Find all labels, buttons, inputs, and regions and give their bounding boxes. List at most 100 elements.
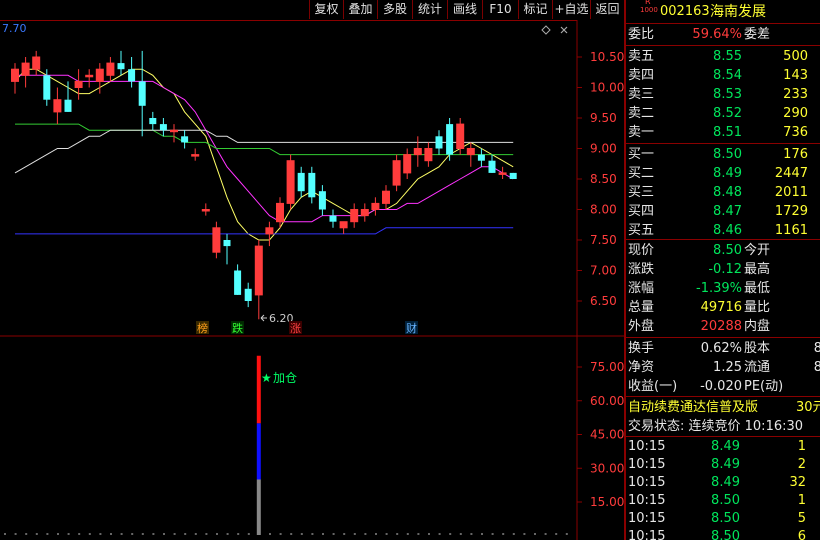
stat-label-2: 最低 bbox=[744, 281, 771, 296]
divider bbox=[626, 23, 820, 24]
sell-level-row[interactable]: 卖五 8.55 500 bbox=[626, 47, 820, 66]
indicator-baseline-dot bbox=[470, 533, 473, 535]
candle bbox=[265, 221, 274, 247]
candle-body bbox=[181, 136, 189, 143]
fundamental-label: 收益(一) bbox=[628, 379, 678, 394]
indicator-baseline-dot bbox=[565, 533, 568, 535]
buy-level-row[interactable]: 买五 8.46 1161 bbox=[626, 221, 820, 240]
candle-body bbox=[435, 136, 443, 149]
close-icon[interactable] bbox=[560, 26, 568, 34]
buy-level-row[interactable]: 买二 8.49 2447 bbox=[626, 164, 820, 183]
candle-body bbox=[32, 56, 41, 70]
indicator-baseline-dot bbox=[216, 533, 218, 535]
event-marker-bang[interactable]: 榜 bbox=[197, 321, 208, 335]
candle-body bbox=[392, 160, 401, 186]
event-marker-cai[interactable]: 财 bbox=[406, 321, 417, 335]
tick-volume: 1 bbox=[797, 493, 806, 508]
low-price-marker: 6.20 bbox=[260, 312, 294, 325]
candle bbox=[128, 57, 136, 88]
toolbar-mark-button[interactable]: 标记 bbox=[518, 0, 552, 19]
stat-label-2: 今开 bbox=[744, 243, 771, 258]
toolbar-draw-line-button[interactable]: 画线 bbox=[447, 0, 482, 19]
buy-level-label: 买一 bbox=[628, 147, 655, 162]
divider bbox=[626, 45, 820, 46]
buy-level-row[interactable]: 买三 8.48 2011 bbox=[626, 183, 820, 202]
toolbar-overlay-button[interactable]: 叠加 bbox=[343, 0, 377, 19]
tick-time: 10:15 bbox=[628, 529, 666, 540]
price-axis-label: 6.50 bbox=[590, 294, 617, 308]
toolbar-multi-stock-button[interactable]: 多股 bbox=[377, 0, 412, 19]
candle bbox=[308, 166, 316, 204]
indicator-baseline-dot bbox=[481, 533, 483, 535]
sell-level-row[interactable]: 卖二 8.52 290 bbox=[626, 104, 820, 123]
indicator-baseline-dot bbox=[322, 533, 324, 535]
diamond-icon[interactable] bbox=[541, 25, 551, 35]
candle bbox=[201, 203, 210, 216]
tick-row: 10:15 8.49 32 bbox=[626, 474, 820, 492]
toolbar-stats-button[interactable]: 统计 bbox=[412, 0, 447, 19]
sell-level-label: 卖三 bbox=[628, 87, 655, 102]
sell-level-label: 卖一 bbox=[628, 125, 655, 140]
indicator-baseline-dot bbox=[438, 533, 441, 535]
candle-body bbox=[64, 99, 72, 112]
indicator-baseline-dot bbox=[110, 533, 112, 535]
sell-level-volume: 290 bbox=[783, 106, 808, 121]
sell-level-price: 8.52 bbox=[713, 106, 742, 121]
event-marker-zhang[interactable]: 涨 bbox=[290, 322, 301, 335]
candle-body bbox=[488, 160, 496, 173]
candle-body bbox=[308, 172, 316, 198]
candle-body bbox=[329, 215, 337, 222]
candle-body bbox=[117, 63, 125, 70]
toolbar-add-favorite-button[interactable]: +自选 bbox=[552, 0, 590, 19]
buy-level-price: 8.49 bbox=[713, 166, 742, 181]
fundamental-label-2: PE(动) bbox=[744, 379, 784, 394]
candle-body bbox=[223, 240, 231, 247]
candle bbox=[466, 142, 475, 167]
price-axis-label: 7.50 bbox=[590, 233, 617, 247]
buy-level-volume: 1161 bbox=[774, 223, 808, 238]
stat-row: 总量 49716 量比 bbox=[626, 298, 820, 317]
candle bbox=[117, 50, 125, 76]
indicator-baseline-dot bbox=[332, 533, 335, 535]
buy-level-label: 买四 bbox=[628, 204, 655, 219]
promo-price[interactable]: 30元 bbox=[796, 398, 820, 417]
promo-row[interactable]: 自动续费通达信普及版 30元 bbox=[626, 398, 820, 417]
promo-text[interactable]: 自动续费通达信普及版 bbox=[628, 398, 758, 417]
indicator-baseline-dot bbox=[141, 533, 144, 535]
candle-body bbox=[318, 191, 326, 210]
stat-label-2: 最高 bbox=[744, 262, 771, 277]
indicator-baseline-dot bbox=[57, 533, 59, 535]
buy-level-row[interactable]: 买四 8.47 1729 bbox=[626, 202, 820, 221]
toolbar-back-button[interactable]: 返回 bbox=[590, 0, 624, 19]
indicator-baseline-dot bbox=[406, 533, 409, 535]
stat-label-2: 量比 bbox=[744, 300, 771, 315]
candle bbox=[74, 69, 83, 100]
toolbar-fuquan-button[interactable]: 复权 bbox=[309, 0, 343, 19]
candle bbox=[191, 148, 200, 161]
event-marker-die[interactable]: 跌 bbox=[232, 321, 243, 335]
sell-level-volume: 143 bbox=[783, 68, 808, 83]
signal-bar-segment bbox=[256, 423, 261, 480]
moving-average-lines bbox=[14, 68, 514, 241]
indicator-baseline-dot bbox=[131, 533, 134, 535]
buy-level-row[interactable]: 买一 8.50 176 bbox=[626, 145, 820, 164]
candle-body bbox=[244, 288, 252, 301]
candle bbox=[382, 185, 390, 210]
candle-body bbox=[477, 154, 485, 161]
indicator-baseline-dot bbox=[35, 533, 38, 535]
weicha-label: 委差 bbox=[744, 27, 771, 42]
trade-status: 交易状态: 连续竞价 10:16:30 bbox=[628, 419, 804, 434]
indicator-baseline-dot bbox=[173, 533, 176, 535]
stat-label-2: 内盘 bbox=[744, 319, 771, 334]
kline-chart-area[interactable]: 7.70 10.50 10.00 9.50 9.00 8.50 8.00 7.50 7.00 6… bbox=[0, 20, 624, 540]
indicator-axis-label: 15.00 bbox=[590, 495, 624, 509]
sell-level-row[interactable]: 卖三 8.53 233 bbox=[626, 85, 820, 104]
sell-level-row[interactable]: 卖四 8.54 143 bbox=[626, 66, 820, 85]
candle bbox=[53, 87, 62, 125]
indicator-baseline-dot bbox=[491, 533, 494, 535]
candle bbox=[488, 154, 496, 173]
candle bbox=[413, 136, 422, 167]
tick-time: 10:15 bbox=[628, 475, 666, 490]
toolbar-f10-button[interactable]: F10 bbox=[482, 0, 518, 19]
sell-level-row[interactable]: 卖一 8.51 736 bbox=[626, 123, 820, 142]
